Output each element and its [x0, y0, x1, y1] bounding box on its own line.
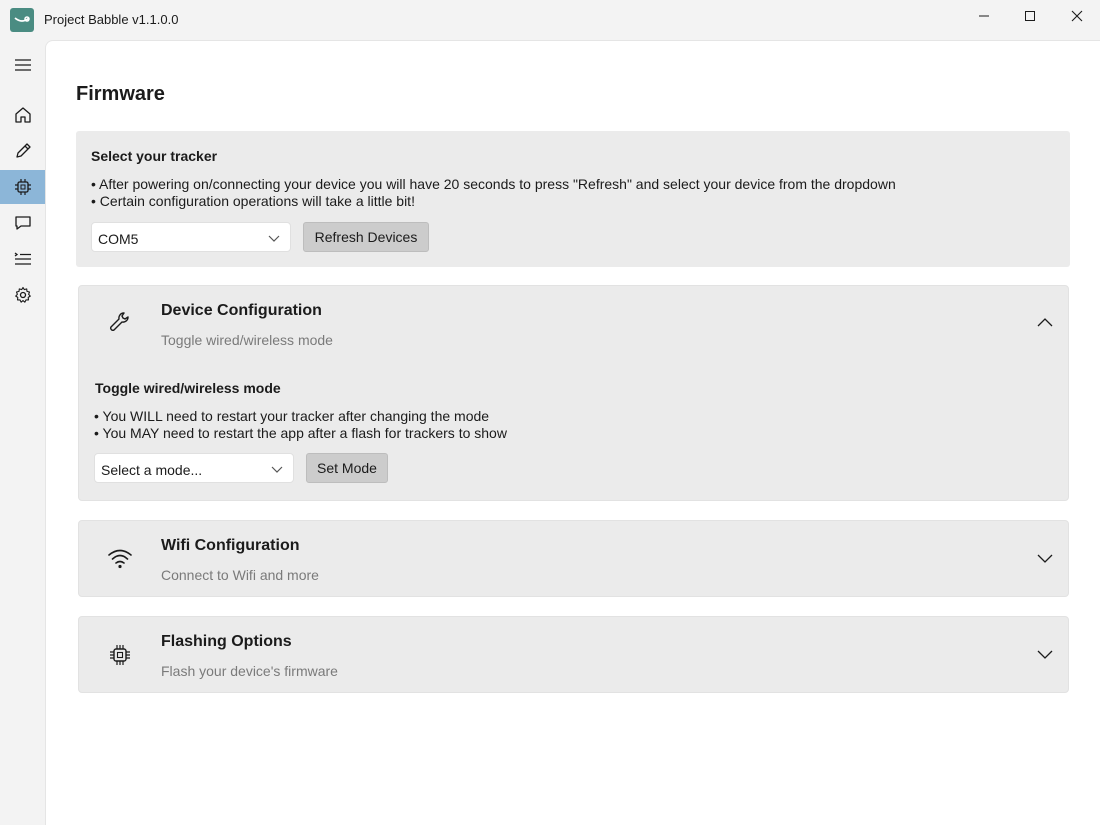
gear-icon [14, 286, 31, 303]
hamburger-menu-icon [14, 59, 31, 71]
sidebar-item-feedback[interactable] [0, 206, 45, 240]
sidebar-item-logs[interactable] [0, 242, 45, 276]
chip-icon [14, 179, 31, 195]
chevron-down-icon [268, 235, 280, 242]
sidebar-item-home[interactable] [0, 98, 45, 132]
flashing-options-expander[interactable]: Flashing Options Flash your device's fir… [78, 616, 1069, 693]
tracker-bullet: • After powering on/connecting your devi… [91, 176, 896, 192]
minimize-icon [979, 15, 989, 17]
chevron-down-icon [1037, 554, 1053, 563]
list-icon [14, 252, 31, 265]
refresh-devices-button[interactable]: Refresh Devices [303, 222, 429, 252]
wifi-configuration-expander[interactable]: Wifi Configuration Connect to Wifi and m… [78, 520, 1069, 597]
mode-heading: Toggle wired/wireless mode [95, 380, 281, 396]
wifi-icon [107, 545, 133, 571]
port-select[interactable]: COM5 [91, 222, 291, 252]
sidebar-item-settings[interactable] [0, 278, 45, 312]
chip-icon [107, 642, 133, 668]
flashing-options-toggle[interactable] [1036, 645, 1054, 663]
wrench-icon [107, 310, 133, 336]
mode-bullet: • You WILL need to restart your tracker … [94, 408, 490, 424]
chevron-down-icon [1037, 650, 1053, 659]
window-title: Project Babble v1.1.0.0 [44, 12, 179, 27]
port-select-value: COM5 [98, 231, 139, 247]
wifi-configuration-toggle[interactable] [1036, 549, 1054, 567]
sidebar [0, 40, 45, 825]
chat-icon [14, 216, 31, 230]
home-icon [14, 107, 31, 123]
tracker-heading: Select your tracker [91, 148, 218, 164]
title-bar: Project Babble v1.1.0.0 [0, 0, 1100, 40]
device-configuration-toggle[interactable] [1036, 314, 1054, 332]
tracker-card: Select your tracker • After powering on/… [76, 131, 1070, 267]
chevron-down-icon [271, 466, 283, 473]
chevron-up-icon [1037, 318, 1053, 327]
mode-select[interactable]: Select a mode... [94, 453, 294, 483]
flashing-options-subtitle: Flash your device's firmware [161, 663, 338, 679]
page-title: Firmware [76, 83, 165, 105]
close-icon [1071, 10, 1083, 22]
close-button[interactable] [1054, 0, 1100, 32]
maximize-icon [1025, 11, 1035, 21]
flashing-options-title: Flashing Options [161, 633, 292, 650]
app-logo-icon [10, 8, 34, 32]
sidebar-item-menu[interactable] [0, 48, 45, 82]
minimize-button[interactable] [961, 0, 1007, 32]
device-configuration-expander: Device Configuration Toggle wired/wirele… [78, 285, 1069, 501]
main-content: Firmware Select your tracker • After pow… [45, 40, 1100, 825]
wifi-configuration-title: Wifi Configuration [161, 537, 300, 554]
maximize-button[interactable] [1007, 0, 1053, 32]
wifi-configuration-subtitle: Connect to Wifi and more [161, 567, 319, 583]
sidebar-item-calibration[interactable] [0, 134, 45, 168]
sidebar-item-firmware[interactable] [0, 170, 45, 204]
tracker-bullet: • Certain configuration operations will … [91, 193, 415, 209]
mode-bullet: • You MAY need to restart the app after … [94, 425, 507, 441]
device-configuration-title: Device Configuration [161, 302, 322, 319]
set-mode-button[interactable]: Set Mode [306, 453, 388, 483]
pencil-icon [15, 143, 31, 158]
mode-select-placeholder: Select a mode... [101, 462, 203, 478]
device-configuration-subtitle: Toggle wired/wireless mode [161, 332, 333, 348]
